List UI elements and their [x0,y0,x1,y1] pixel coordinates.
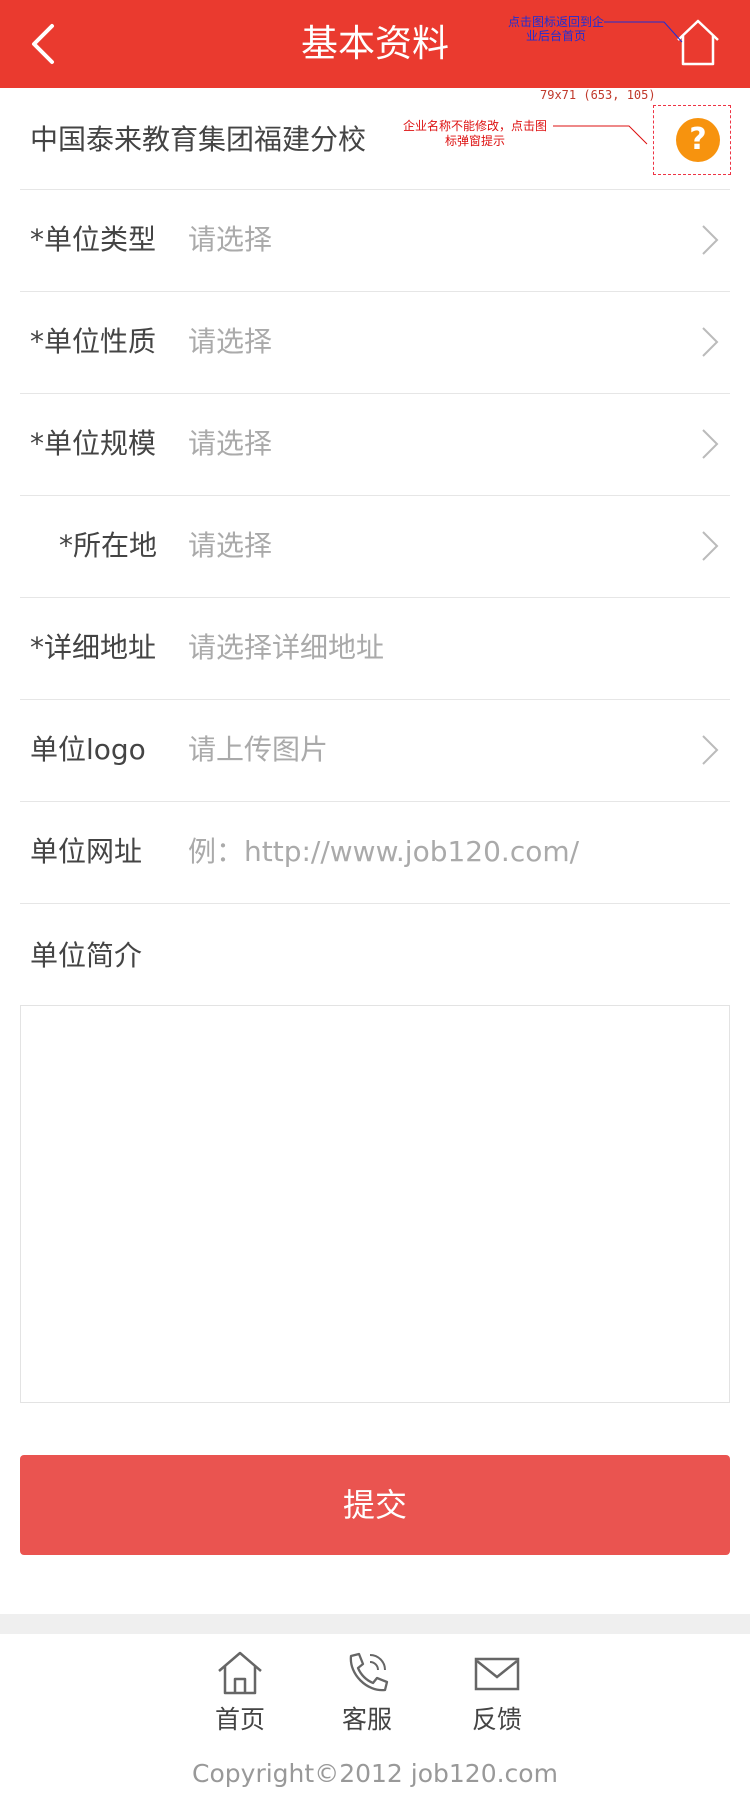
footer-feedback[interactable]: 反馈 [452,1650,542,1738]
website-input[interactable]: 例：http://www.job120.com/ [188,830,579,874]
submit-button[interactable]: 提交 [20,1455,730,1555]
row-value: 请选择 [188,223,273,256]
company-name: 中国泰来教育集团福建分校 [30,123,367,156]
copyright-text: Copyright©2012 job120.com [192,1759,558,1788]
help-icon[interactable]: ? [676,118,720,162]
phone-icon [349,1652,389,1692]
form-row-nature[interactable]: *单位性质 请选择 [20,291,730,393]
row-label: 单位网址 [30,835,143,868]
footer-label: 首页 [214,1705,265,1734]
row-value: 请选择 [188,427,273,460]
home-annotation: 点击图标返回到企业后台首页 [508,15,605,43]
row-label: *所在地 [59,529,158,562]
size-annotation: 79x71 (653, 105) [540,88,656,102]
row-value: 请选择 [188,529,273,562]
chevron-right-icon [702,531,719,561]
row-label: *详细地址 [30,631,157,664]
home-icon [218,1651,262,1695]
form-row-website[interactable]: 单位网址 例：http://www.job120.com/ [20,801,730,903]
divider [20,903,730,904]
address-input[interactable]: 请选择详细地址 [188,626,384,670]
row-value: 请上传图片 [188,733,329,766]
mail-icon [474,1657,520,1691]
form-row-address[interactable]: *详细地址 请选择详细地址 [20,597,730,699]
chevron-right-icon [702,225,719,255]
form-row-location[interactable]: *所在地 请选择 [20,495,730,597]
form-row-scale[interactable]: *单位规模 请选择 [20,393,730,495]
row-label: *单位类型 [30,223,157,256]
form-row-type[interactable]: *单位类型 请选择 [20,189,730,291]
intro-textarea[interactable] [20,1005,730,1403]
chevron-right-icon [702,735,719,765]
footer-label: 客服 [341,1705,392,1734]
row-label: *单位规模 [30,427,157,460]
annotation-line [604,21,683,43]
annotation-arrow [553,125,648,145]
footer-home[interactable]: 首页 [195,1650,285,1738]
row-value: 请选择 [188,325,273,358]
intro-label: 单位简介 [30,939,143,972]
footer-service[interactable]: 客服 [322,1650,412,1738]
row-label: *单位性质 [30,325,157,358]
footer-separator [0,1614,750,1634]
chevron-right-icon [702,327,719,357]
help-annotation: 企业名称不能修改，点击图标弹窗提示 [402,119,547,148]
chevron-right-icon [702,429,719,459]
row-label: 单位logo [30,733,146,766]
footer-label: 反馈 [471,1705,522,1734]
header-bar: 基本资料 点击图标返回到企业后台首页 [0,0,750,88]
form-row-logo[interactable]: 单位logo 请上传图片 [20,699,730,801]
